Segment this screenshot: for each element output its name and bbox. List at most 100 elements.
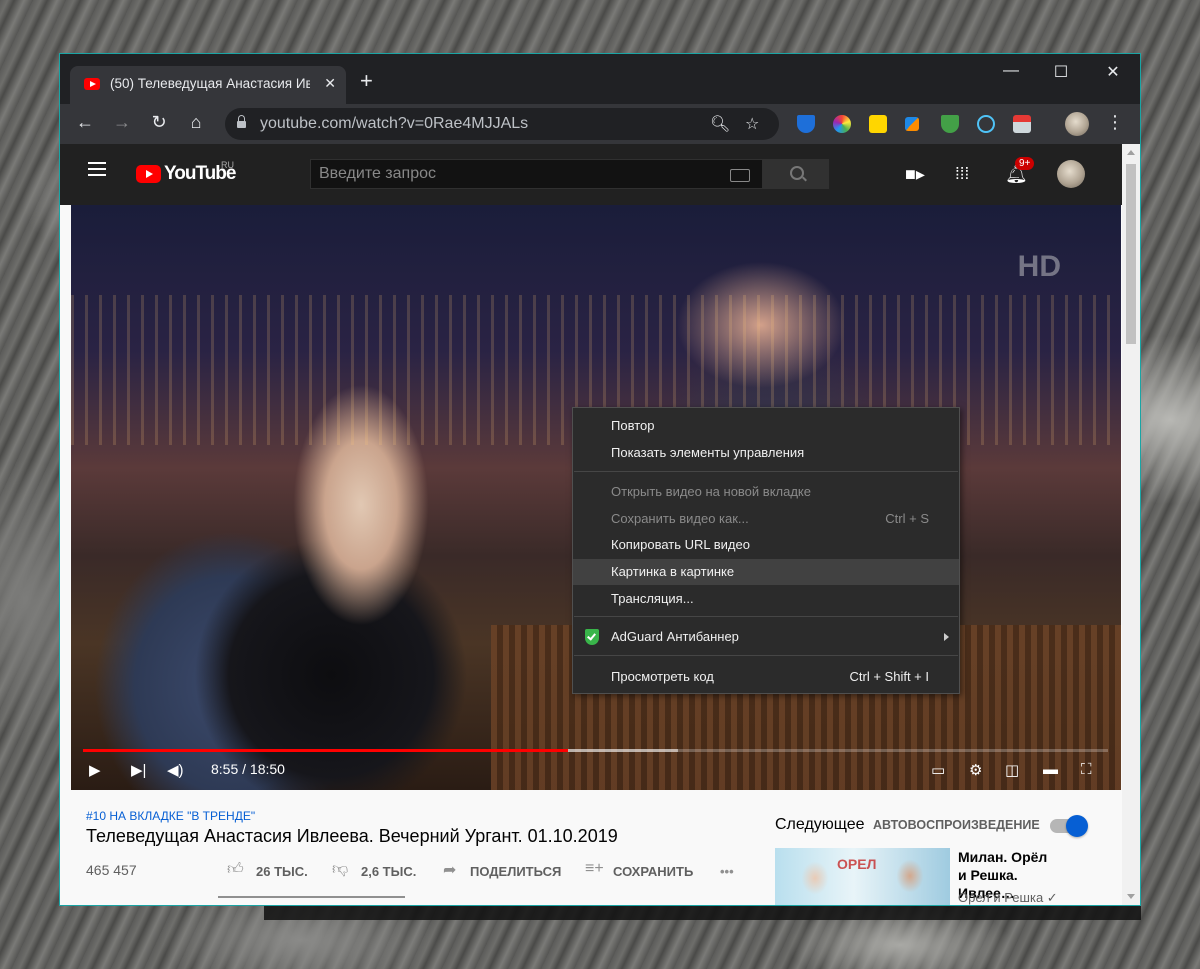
like-dislike-bar	[218, 896, 405, 898]
subtitles-icon[interactable]: ▭	[931, 761, 945, 779]
play-icon[interactable]: ▶	[89, 761, 101, 779]
maximize-button[interactable]: ☐	[1038, 62, 1084, 82]
adguard-shield-icon	[585, 629, 599, 645]
search-input[interactable]: Введите запрос	[310, 159, 763, 189]
i-extension-icon[interactable]	[869, 115, 887, 133]
menu-separator	[574, 655, 958, 656]
new-tab-button[interactable]: +	[360, 70, 373, 92]
screenshot-extension-icon[interactable]	[1013, 115, 1031, 133]
dislike-icon[interactable]: 👎︎	[332, 860, 348, 879]
back-button[interactable]: ←	[73, 112, 97, 133]
video-details: #10 НА ВКЛАДКЕ "В ТРЕНДЕ" Телеведущая Ан…	[60, 790, 1122, 905]
search-button[interactable]	[763, 159, 829, 189]
cart-extension-icon[interactable]	[797, 115, 815, 133]
reload-button[interactable]: ↻	[147, 112, 171, 133]
context-menu-item[interactable]: Картинка в картинке	[573, 559, 959, 585]
tab-title: (50) Телеведущая Анастасия Ивлеева. Вече…	[110, 76, 310, 91]
apps-grid-icon[interactable]: ⁞⁞⁞	[955, 164, 969, 184]
context-menu-item[interactable]: Просмотреть код Ctrl + Shift + I	[573, 664, 959, 690]
video-time: 8:55 / 18:50	[211, 761, 285, 777]
dislike-count[interactable]: 2,6 ТЫС.	[361, 864, 416, 879]
window-shadow	[264, 906, 1141, 920]
context-menu-label: Просмотреть код	[611, 669, 714, 684]
context-menu: Повтор Показать элементы управления Открыт…	[572, 407, 960, 694]
color-picker-extension-icon[interactable]	[833, 115, 851, 133]
context-menu-label: Трансляция...	[611, 591, 694, 606]
browser-toolbar: ← → ↻ ⌂ youtube.com/watch?v=0Rae4MJJALs …	[60, 104, 1140, 144]
context-menu-item: Сохранить видео как... Ctrl + S	[573, 506, 959, 532]
scroll-up-icon[interactable]	[1127, 150, 1135, 155]
share-button[interactable]: ПОДЕЛИТЬСЯ	[470, 864, 561, 879]
tasks-extension-icon[interactable]	[905, 117, 919, 131]
context-menu-label: Показать элементы управления	[611, 445, 805, 460]
recommended-thumbnail[interactable]: ОРЕЛ	[775, 848, 950, 905]
create-video-icon[interactable]: ■▸	[905, 164, 925, 185]
volume-icon[interactable]: ◀︎)	[167, 761, 184, 779]
menu-separator	[574, 616, 958, 617]
youtube-favicon-icon	[84, 78, 100, 90]
browser-tab[interactable]: (50) Телеведущая Анастасия Ивлеева. Вече…	[70, 66, 346, 104]
autoplay-label: АВТОВОСПРОИЗВЕДЕНИЕ	[873, 818, 1040, 832]
minimize-button[interactable]: —	[988, 62, 1034, 80]
zoom-icon[interactable]: 🔍︎	[710, 114, 730, 134]
video-played	[83, 749, 568, 752]
forward-button[interactable]: →	[110, 112, 134, 133]
youtube-logo-icon[interactable]	[136, 165, 161, 183]
autoplay-toggle[interactable]	[1050, 815, 1088, 837]
title-bar: (50) Телеведущая Анастасия Ивлеева. Вече…	[60, 54, 1140, 104]
context-menu-label: Картинка в картинке	[611, 564, 735, 579]
hamburger-menu-icon[interactable]	[88, 168, 106, 170]
context-menu-item[interactable]: Трансляция...	[573, 586, 959, 612]
share-icon[interactable]: ➦	[443, 860, 456, 880]
next-video-icon[interactable]: ▶|	[131, 761, 146, 779]
channel-watermark: HD	[1017, 250, 1061, 283]
context-menu-item[interactable]: Показать элементы управления	[573, 440, 959, 466]
scrollbar-thumb[interactable]	[1126, 164, 1136, 344]
address-bar[interactable]: youtube.com/watch?v=0Rae4MJJALs 🔍︎ ☆	[225, 108, 779, 140]
save-playlist-icon[interactable]: ≡+	[585, 860, 604, 878]
recommended-channel[interactable]: Орел и Решка ✓	[958, 890, 1058, 905]
context-menu-item[interactable]: Повтор	[573, 413, 959, 439]
lock-icon	[237, 115, 246, 128]
save-button[interactable]: СОХРАНИТЬ	[613, 864, 693, 879]
up-next-label: Следующее	[775, 816, 865, 833]
video-title: Телеведущая Анастасия Ивлеева. Вечерний …	[86, 826, 618, 846]
vpn-extension-icon[interactable]	[977, 115, 995, 133]
context-menu-label: Копировать URL видео	[611, 537, 750, 552]
home-button[interactable]: ⌂	[184, 112, 208, 133]
youtube-header: YouTube RU Введите запрос ■▸ ⁞⁞⁞ 🔔︎ 9+	[60, 144, 1122, 205]
region-code: RU	[221, 160, 234, 170]
more-actions-icon[interactable]: •••	[720, 864, 734, 879]
fullscreen-icon[interactable]: ⛶	[1081, 761, 1092, 778]
close-window-button[interactable]: ✕	[1090, 62, 1136, 82]
context-menu-label: Открыть видео на новой вкладке	[611, 484, 811, 499]
account-avatar[interactable]	[1057, 160, 1085, 188]
video-progress-bar[interactable]	[83, 749, 1108, 752]
settings-gear-icon[interactable]: ⚙	[969, 761, 982, 779]
like-icon[interactable]: 👍︎	[227, 860, 244, 879]
thumbnail-text: ОРЕЛ	[837, 856, 877, 872]
scroll-down-icon[interactable]	[1127, 894, 1135, 899]
context-menu-item[interactable]: Копировать URL видео	[573, 532, 959, 558]
search-icon	[790, 166, 804, 180]
tab-close-icon[interactable]: ✕	[324, 75, 336, 92]
url-text[interactable]: youtube.com/watch?v=0Rae4MJJALs	[260, 115, 528, 133]
context-menu-shortcut: Ctrl + S	[885, 511, 929, 526]
context-menu-label: Сохранить видео как...	[611, 511, 749, 526]
keyboard-icon[interactable]	[730, 169, 750, 182]
search-placeholder: Введите запрос	[319, 165, 436, 182]
context-menu-label: Повтор	[611, 418, 655, 433]
submenu-arrow-icon	[944, 633, 949, 641]
page-scrollbar[interactable]	[1122, 144, 1140, 905]
bookmark-star-icon[interactable]: ☆	[745, 114, 759, 134]
trending-badge[interactable]: #10 НА ВКЛАДКЕ "В ТРЕНДЕ"	[86, 809, 255, 823]
miniplayer-icon[interactable]: ◫	[1005, 761, 1019, 779]
context-menu-shortcut: Ctrl + Shift + I	[849, 669, 929, 684]
context-menu-item[interactable]: AdGuard Антибаннер	[573, 624, 959, 650]
adguard-extension-icon[interactable]	[941, 115, 959, 133]
toggle-knob	[1066, 815, 1088, 837]
like-count[interactable]: 26 ТЫС.	[256, 864, 308, 879]
theater-mode-icon[interactable]: ▬	[1043, 761, 1058, 778]
profile-avatar-icon[interactable]	[1065, 112, 1089, 136]
menu-kebab-icon[interactable]: ⋮	[1103, 112, 1127, 133]
